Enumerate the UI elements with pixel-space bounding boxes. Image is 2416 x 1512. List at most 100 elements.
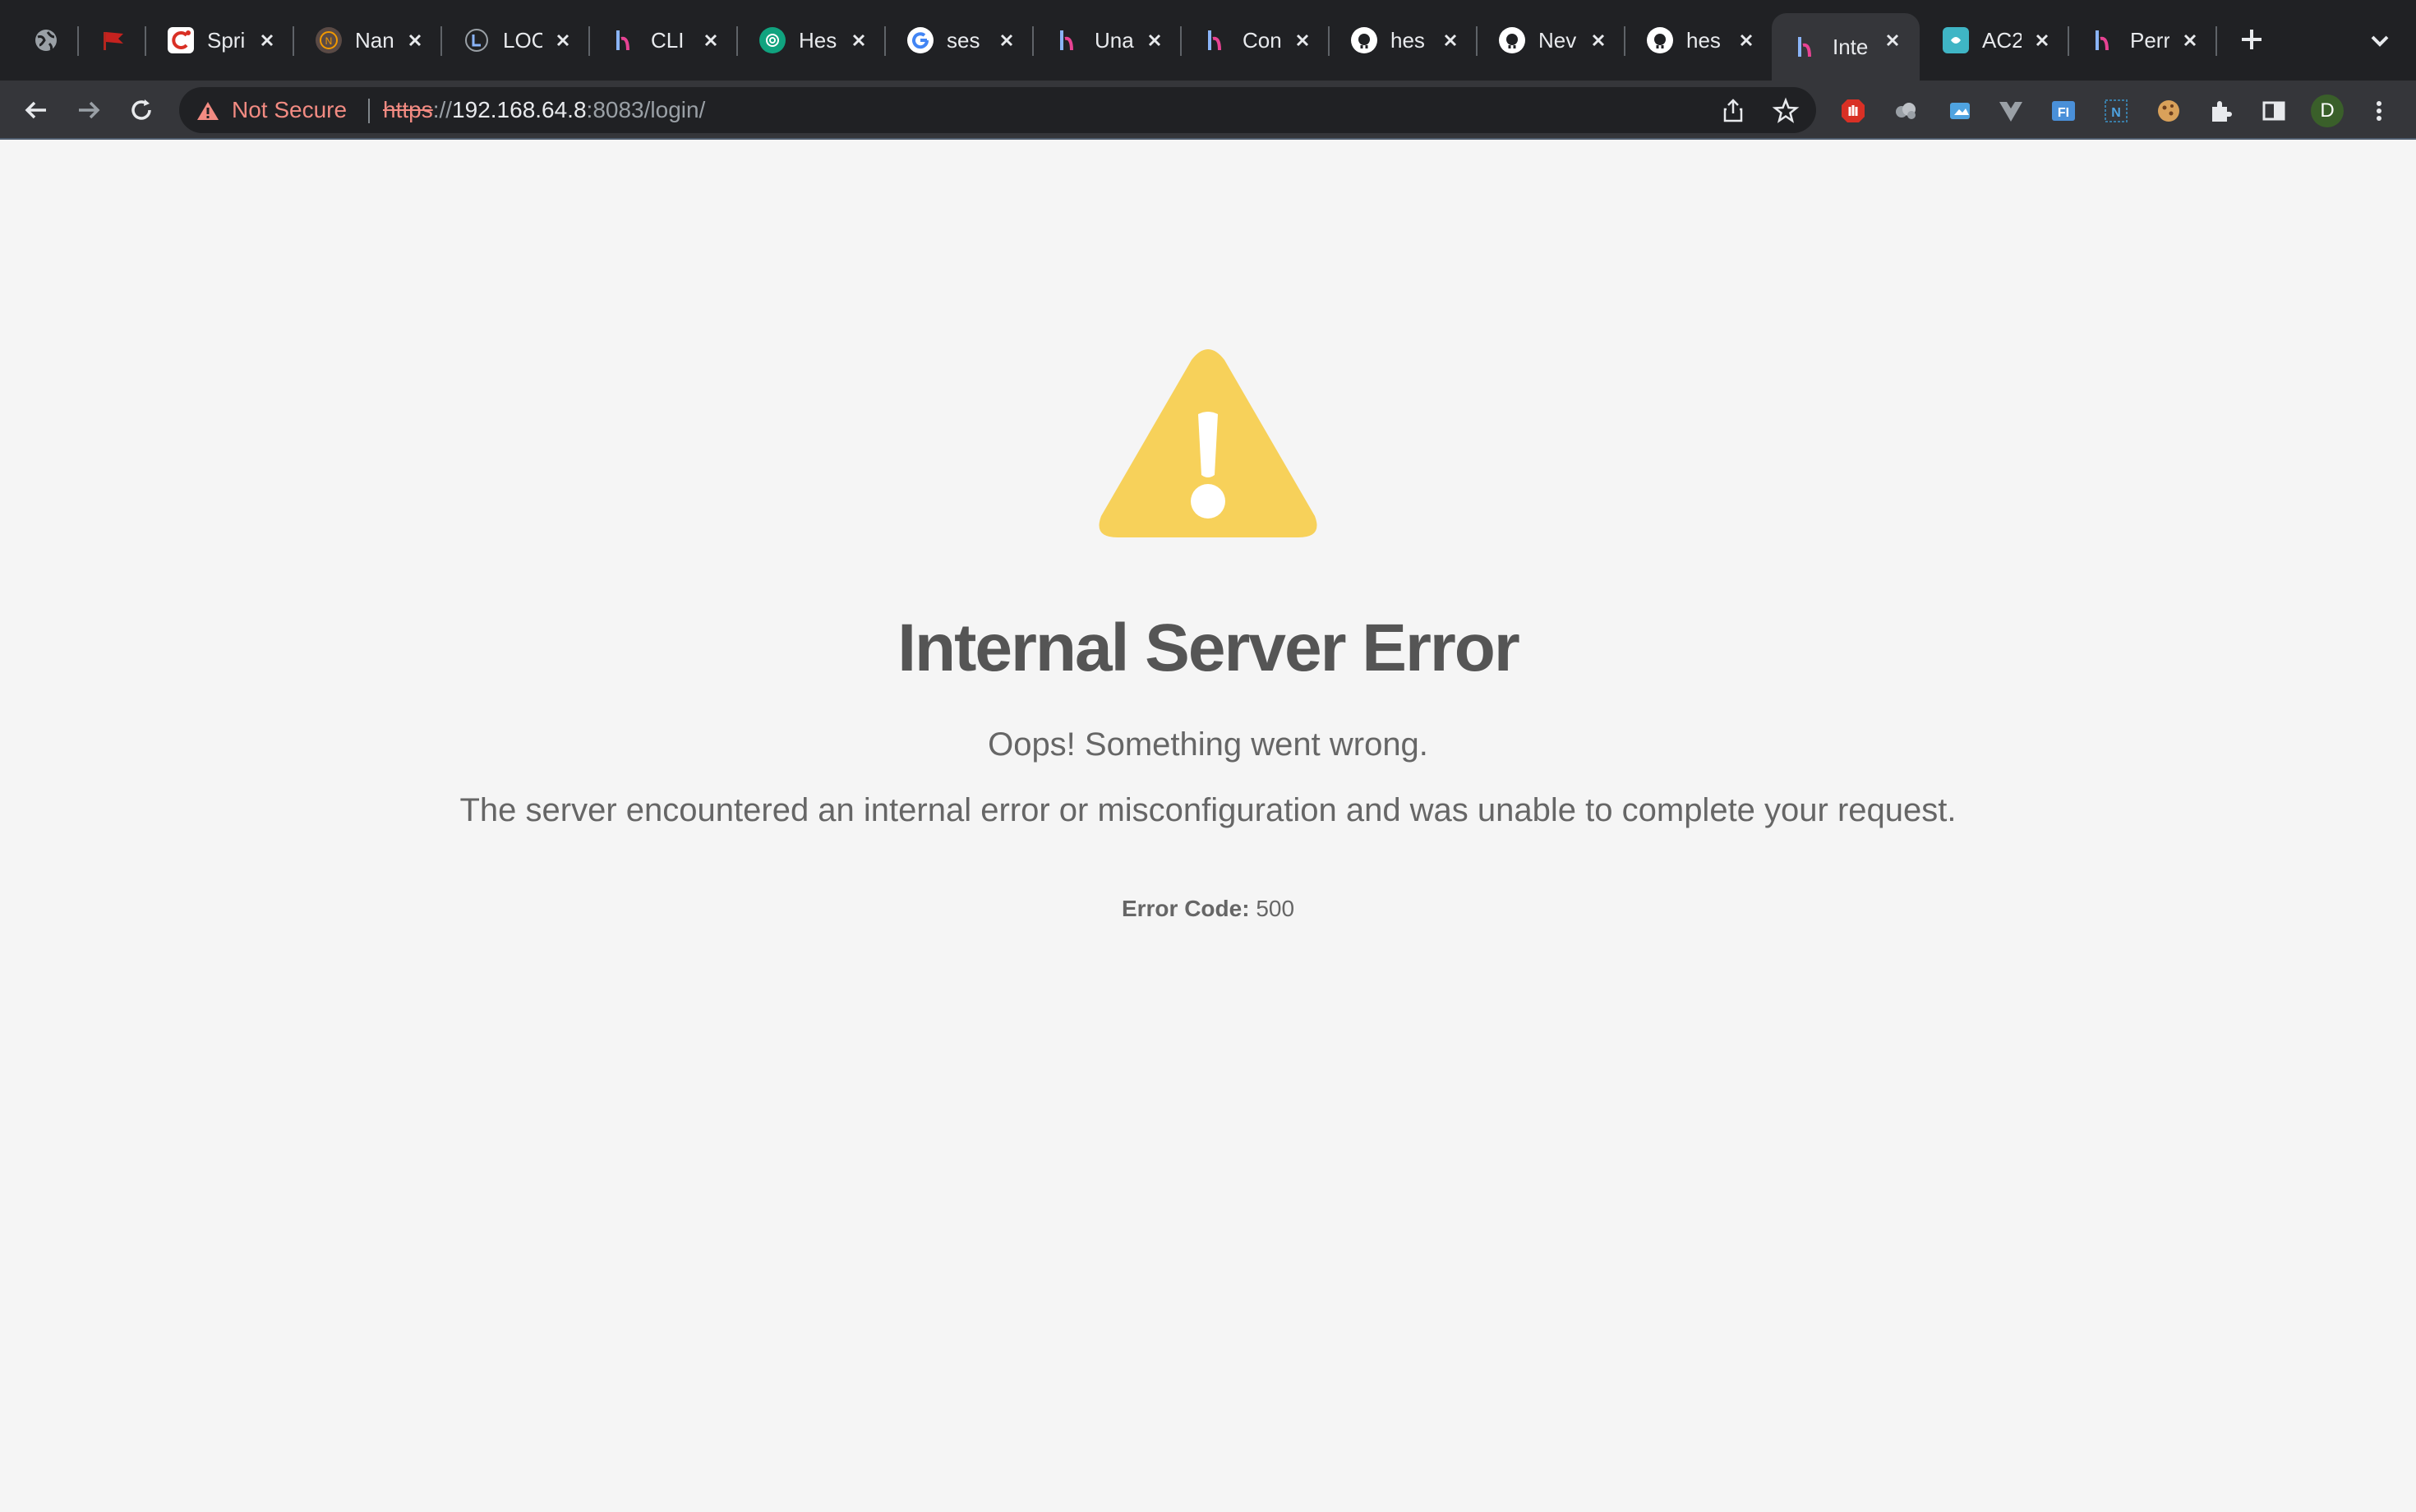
page-content: Internal Server Error Oops! Something we… — [0, 140, 2416, 1512]
cookie-extension-icon[interactable] — [2155, 97, 2183, 125]
omnibox-divider — [368, 99, 370, 123]
screenshot-extension-icon[interactable] — [1946, 97, 1974, 125]
tab-title: CLI — [651, 27, 685, 53]
close-icon[interactable] — [994, 28, 1019, 53]
plus-icon — [2242, 30, 2262, 49]
vue-devtools-icon[interactable] — [1997, 97, 2025, 125]
openai-icon — [759, 27, 786, 53]
close-icon[interactable] — [2030, 28, 2054, 53]
github-icon — [1647, 27, 1673, 53]
tab-5[interactable]: CLI — [590, 13, 738, 67]
tab-title: hes — [1686, 27, 1721, 53]
tab-separator — [2215, 26, 2217, 56]
close-icon[interactable] — [1880, 28, 1905, 53]
fi-extension-icon[interactable]: FI — [2049, 97, 2077, 125]
error-code-value: 500 — [1256, 896, 1295, 921]
svg-text:N: N — [2111, 106, 2121, 120]
back-button[interactable] — [18, 92, 54, 128]
arrow-right-icon — [79, 101, 100, 119]
tab-9[interactable]: Con — [1182, 13, 1330, 67]
error-code-label: Error Code: — [1121, 896, 1250, 921]
close-icon[interactable] — [1586, 28, 1611, 53]
tab-title: LOC — [503, 27, 542, 53]
tab-title: Spri — [207, 27, 246, 53]
url-text[interactable]: https://192.168.64.8:8083/login/ — [383, 97, 705, 123]
close-icon[interactable] — [255, 28, 279, 53]
error-message: The server encountered an internal error… — [459, 792, 1957, 828]
menu-button[interactable] — [2365, 97, 2393, 125]
close-icon[interactable] — [403, 28, 427, 53]
google-icon — [907, 27, 934, 53]
close-icon[interactable] — [2178, 28, 2202, 53]
hesk-icon — [1793, 34, 1819, 60]
not-secure-label[interactable]: Not Secure — [232, 97, 347, 123]
tab-title: Hes — [799, 27, 837, 53]
share-icon — [1723, 99, 1743, 122]
tab-title: Nev — [1538, 27, 1577, 53]
svg-text:FI: FI — [2058, 106, 2069, 120]
tab-15[interactable]: Perr — [2069, 13, 2217, 67]
tab-11[interactable]: Nev — [1478, 13, 1625, 67]
tab-2[interactable]: Spri — [146, 13, 294, 67]
error-subtitle: Oops! Something went wrong. — [988, 726, 1428, 763]
red-flag-icon — [100, 27, 127, 53]
reload-icon — [131, 99, 151, 120]
tab-4[interactable]: LOC — [442, 13, 590, 67]
close-icon[interactable] — [551, 28, 575, 53]
hesk-icon — [1055, 27, 1081, 53]
forward-button[interactable] — [71, 92, 107, 128]
close-icon[interactable] — [846, 28, 871, 53]
svg-text:N: N — [325, 35, 333, 47]
cloud-extension-icon[interactable] — [1892, 97, 1920, 125]
reload-button[interactable] — [123, 92, 159, 128]
error-code: Error Code: 500 — [0, 896, 2416, 922]
tab-12[interactable]: hes — [1625, 13, 1773, 67]
share-button[interactable] — [1719, 97, 1747, 125]
warning-icon[interactable] — [196, 99, 220, 123]
loc-icon — [463, 27, 490, 53]
arrow-left-icon — [25, 101, 46, 119]
tab-search-button[interactable] — [2363, 25, 2396, 58]
error-title: Internal Server Error — [897, 611, 1520, 685]
n-extension-icon[interactable]: N — [2102, 97, 2130, 125]
tab-0[interactable] — [12, 13, 77, 67]
tab-3[interactable]: N Nan — [294, 13, 442, 67]
close-icon[interactable] — [1438, 28, 1463, 53]
tab-title: Perr — [2130, 27, 2169, 53]
nano-icon: N — [316, 27, 342, 53]
tab-13-active[interactable]: Inte — [1772, 13, 1920, 81]
hesk-icon — [611, 27, 638, 53]
close-icon[interactable] — [1290, 28, 1315, 53]
tab-title: AC2 — [1982, 27, 2022, 53]
address-bar[interactable]: Not Secure https://192.168.64.8:8083/log… — [179, 87, 1816, 133]
url-host: 192.168.64.8 — [452, 97, 587, 122]
tab-1[interactable] — [79, 13, 145, 67]
bookmark-button[interactable] — [1772, 97, 1800, 125]
tab-title: Con — [1243, 27, 1282, 53]
github-icon — [1351, 27, 1377, 53]
tab-14[interactable]: AC2 — [1921, 13, 2069, 67]
warning-triangle-icon — [1096, 343, 1320, 542]
hesk-icon — [1203, 27, 1229, 53]
tab-strip: Spri N Nan LOC CLI Hes ses Una Con hes N… — [0, 0, 2416, 81]
tab-8[interactable]: Una — [1034, 13, 1182, 67]
tab-10[interactable]: hes — [1330, 13, 1478, 67]
extensions-puzzle-icon[interactable] — [2207, 97, 2235, 125]
kebab-menu-icon — [2377, 101, 2381, 121]
new-tab-button[interactable] — [2232, 20, 2271, 59]
url-scheme: https — [383, 97, 433, 122]
side-panel-icon[interactable] — [2260, 97, 2288, 125]
tab-title: Nan — [355, 27, 394, 53]
close-icon[interactable] — [699, 28, 723, 53]
tab-6[interactable]: Hes — [738, 13, 886, 67]
github-icon — [1499, 27, 1525, 53]
tab-title: Inte — [1833, 34, 1869, 59]
close-icon[interactable] — [1734, 28, 1759, 53]
tab-7[interactable]: ses — [886, 13, 1034, 67]
adblock-extension-icon[interactable] — [1839, 97, 1867, 125]
profile-avatar[interactable]: D — [2311, 94, 2344, 127]
tab-title: ses — [947, 27, 980, 53]
url-scheme-separator: :// — [432, 97, 453, 122]
close-icon[interactable] — [1142, 28, 1167, 53]
browser-toolbar: Not Secure https://192.168.64.8:8083/log… — [0, 81, 2416, 140]
